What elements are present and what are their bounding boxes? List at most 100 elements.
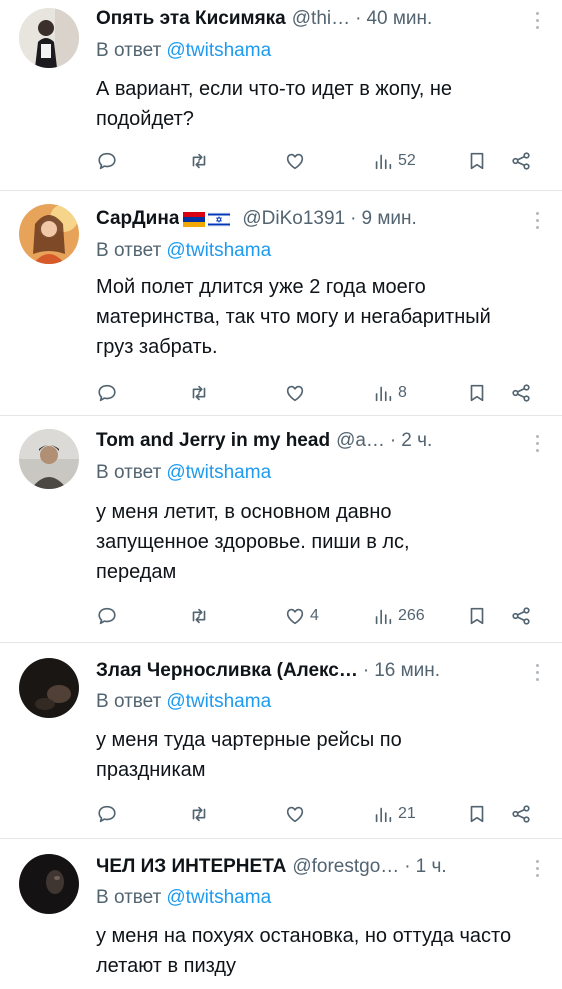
israel-flag-icon — [208, 211, 231, 227]
reply-button[interactable] — [96, 149, 118, 173]
armenia-flag-icon — [183, 211, 206, 227]
timestamp[interactable]: 16 мин. — [374, 660, 440, 682]
retweet-icon — [192, 608, 206, 624]
reply-button[interactable] — [96, 802, 118, 826]
reply-context: В ответ @twitshama — [96, 691, 271, 713]
display-name[interactable]: Опять эта Кисимяка — [96, 8, 286, 30]
retweet-button[interactable] — [188, 604, 210, 628]
views-button[interactable]: 52 — [372, 149, 416, 173]
bookmark-button[interactable] — [466, 149, 488, 173]
views-button[interactable]: 266 — [372, 604, 425, 628]
retweet-button[interactable] — [188, 149, 210, 173]
avatar[interactable] — [19, 658, 79, 718]
separator-dot: · — [404, 856, 411, 877]
avatar-image — [19, 854, 79, 914]
share-button[interactable] — [510, 381, 532, 405]
like-button[interactable] — [284, 149, 310, 173]
separator-dot: · — [350, 208, 357, 229]
reply-mention-link[interactable]: @twitshama — [166, 691, 271, 712]
tweet-text: у меня летит, в основном давно запущенно… — [96, 501, 410, 583]
retweet-icon — [192, 385, 206, 401]
reply-button[interactable] — [96, 604, 118, 628]
avatar[interactable] — [19, 204, 79, 264]
tweet-text: Мой полет длится уже 2 года моего матери… — [96, 276, 491, 358]
reply-mention-link[interactable]: @twitshama — [166, 462, 271, 483]
bookmark-button[interactable] — [466, 604, 488, 628]
reply-prefix: В ответ — [96, 691, 162, 712]
display-name[interactable]: СарДина — [96, 208, 179, 230]
timestamp[interactable]: 9 мин. — [361, 208, 416, 230]
heart-icon — [286, 806, 304, 823]
tweet[interactable]: Опять эта Кисимяка @thi… · 40 мин. В отв… — [0, 0, 562, 191]
more-options-icon[interactable] — [534, 860, 540, 877]
tweet[interactable]: СарДина @DiKo1391 · 9 мин. В ответ @twits… — [0, 190, 562, 416]
view-count: 21 — [398, 805, 416, 822]
display-name[interactable]: Злая Черносливка (Алекс… — [96, 660, 358, 682]
bookmark-icon — [470, 607, 484, 625]
views-button[interactable]: 21 — [372, 802, 416, 826]
timestamp[interactable]: 40 мин. — [366, 8, 432, 30]
heart-icon — [286, 153, 304, 170]
like-button[interactable] — [284, 802, 310, 826]
handle[interactable]: @a… — [336, 430, 385, 452]
reply-mention-link[interactable]: @twitshama — [166, 240, 271, 261]
avatar[interactable] — [19, 854, 79, 914]
bookmark-icon — [470, 152, 484, 170]
retweet-button[interactable] — [188, 802, 210, 826]
separator-dot: · — [389, 430, 397, 451]
reply-prefix: В ответ — [96, 40, 162, 61]
tweet[interactable]: ЧЕЛ ИЗ ИНТЕРНЕТА @forestgo… · 1 ч. В отв… — [0, 838, 562, 989]
heart-icon — [286, 608, 304, 625]
handle[interactable]: @forestgo… — [292, 856, 399, 878]
avatar[interactable] — [19, 429, 79, 489]
share-button[interactable] — [510, 802, 532, 826]
tweet[interactable]: Tom and Jerry in my head @a… · 2 ч. В от… — [0, 415, 562, 643]
handle[interactable]: @thi… — [292, 8, 350, 30]
avatar[interactable] — [19, 8, 79, 68]
like-button[interactable] — [284, 381, 310, 405]
more-options-icon[interactable] — [534, 664, 540, 681]
tweet-header: Опять эта Кисимяка @thi… · 40 мин. — [96, 6, 542, 32]
retweet-icon — [192, 153, 206, 169]
heart-icon — [286, 385, 304, 402]
share-icon — [512, 607, 530, 625]
reply-mention-link[interactable]: @twitshama — [166, 887, 271, 908]
timestamp[interactable]: 1 ч. — [416, 856, 447, 878]
view-count: 266 — [398, 607, 425, 624]
avatar-image — [19, 204, 79, 264]
reply-prefix: В ответ — [96, 240, 162, 261]
view-count: 52 — [398, 152, 416, 169]
views-chart-icon — [375, 154, 392, 170]
bookmark-button[interactable] — [466, 381, 488, 405]
tweet[interactable]: Злая Черносливка (Алекс… · 16 мин. В отв… — [0, 642, 562, 839]
tweet-header: Tom and Jerry in my head @a… · 2 ч. — [96, 428, 542, 454]
reply-icon — [98, 152, 116, 170]
reply-mention-link[interactable]: @twitshama — [166, 40, 271, 61]
more-options-icon[interactable] — [534, 212, 540, 229]
tweet-header: ЧЕЛ ИЗ ИНТЕРНЕТА @forestgo… · 1 ч. — [96, 854, 542, 880]
timestamp[interactable]: 2 ч. — [401, 430, 432, 452]
views-button[interactable]: 8 — [372, 381, 407, 405]
share-button[interactable] — [510, 604, 532, 628]
retweet-icon — [192, 806, 206, 822]
handle[interactable]: @DiKo1391 — [242, 208, 345, 230]
more-options-icon[interactable] — [534, 435, 540, 452]
views-chart-icon — [375, 807, 392, 823]
share-icon — [512, 384, 530, 402]
like-button[interactable]: 4 — [284, 604, 319, 628]
bookmark-button[interactable] — [466, 802, 488, 826]
like-count: 4 — [310, 607, 319, 624]
display-name[interactable]: ЧЕЛ ИЗ ИНТЕРНЕТА — [96, 856, 286, 878]
retweet-button[interactable] — [188, 381, 210, 405]
avatar-image — [19, 658, 79, 718]
more-options-icon[interactable] — [534, 12, 540, 29]
tweet-header: СарДина @DiKo1391 · 9 мин. — [96, 206, 542, 232]
share-button[interactable] — [510, 149, 532, 173]
reply-context: В ответ @twitshama — [96, 462, 271, 484]
display-name[interactable]: Tom and Jerry in my head — [96, 430, 330, 452]
reply-button[interactable] — [96, 381, 118, 405]
reply-prefix: В ответ — [96, 462, 162, 483]
action-bar: 4 266 — [96, 604, 536, 628]
action-bar: 21 — [96, 802, 536, 826]
tweet-text: А вариант, если что-то идет в жопу, не п… — [96, 78, 453, 130]
